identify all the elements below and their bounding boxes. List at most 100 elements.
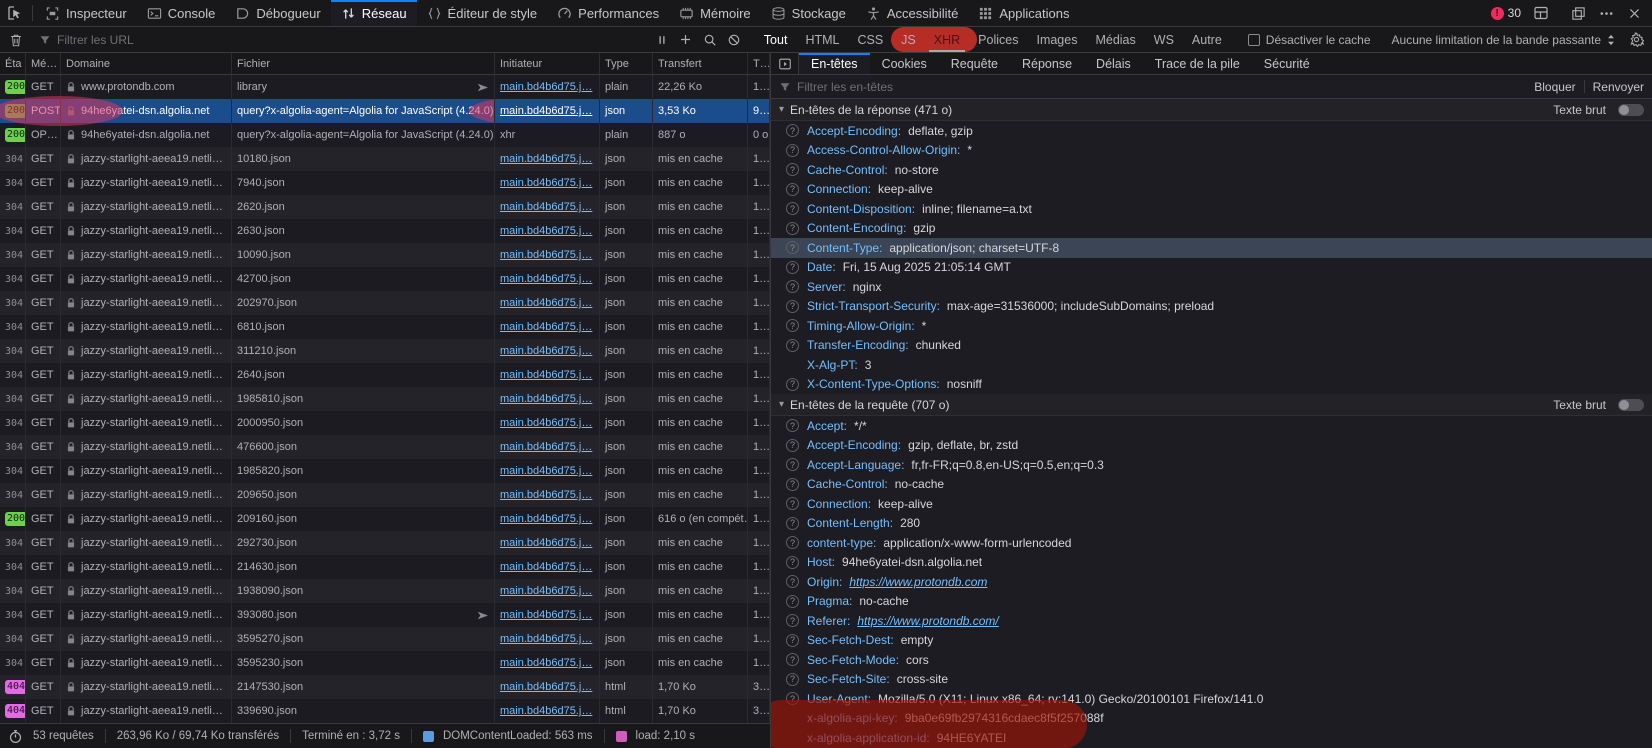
request-row[interactable]: 200OP…94he6yatei-dsn.algolia.netquery?x-… (0, 123, 770, 147)
help-icon[interactable]: ? (786, 261, 799, 274)
header-row[interactable]: ?Referer:https://www.protondb.com/ (771, 611, 1652, 631)
request-row[interactable]: 304GETjazzy-starlight-aeea19.netli…19858… (0, 387, 770, 411)
help-icon[interactable]: ? (786, 634, 799, 647)
meatball-menu-icon[interactable] (1594, 1, 1618, 25)
initiator-link[interactable]: main.bd4b6d75.j… (500, 153, 592, 165)
request-row[interactable]: 304GETjazzy-starlight-aeea19.netli…10090… (0, 243, 770, 267)
request-row[interactable]: 304GETjazzy-starlight-aeea19.netli…6810.… (0, 315, 770, 339)
initiator-link[interactable]: main.bd4b6d75.j… (500, 345, 592, 357)
initiator-link[interactable]: main.bd4b6d75.j… (500, 465, 592, 477)
header-row[interactable]: ?Content-Encoding:gzip (771, 219, 1652, 239)
help-icon[interactable]: ? (786, 653, 799, 666)
header-row[interactable]: ?User-Agent:Mozilla/5.0 (X11; Linux x86_… (771, 689, 1652, 709)
help-icon[interactable]: ? (786, 202, 799, 215)
help-icon[interactable]: ? (786, 536, 799, 549)
tab-d-bogueur[interactable]: Débogueur (225, 0, 330, 26)
header-value-link[interactable]: https://www.protondb.com (849, 575, 987, 589)
initiator-link[interactable]: main.bd4b6d75.j… (500, 633, 592, 645)
help-icon[interactable]: ? (786, 183, 799, 196)
settings-gear-icon[interactable] (1624, 28, 1648, 52)
header-row[interactable]: ?Transfer-Encoding:chunked (771, 336, 1652, 356)
tab-applications[interactable]: Applications (968, 0, 1079, 26)
initiator-link[interactable]: main.bd4b6d75.j… (500, 81, 592, 93)
header-row[interactable]: ?Sec-Fetch-Site:cross-site (771, 670, 1652, 690)
help-icon[interactable]: ? (786, 144, 799, 157)
header-row[interactable]: ?Pragma:no-cache (771, 592, 1652, 612)
initiator-link[interactable]: main.bd4b6d75.j… (500, 393, 592, 405)
column-header[interactable]: T… (748, 53, 770, 74)
clear-requests-icon[interactable] (4, 28, 28, 52)
help-icon[interactable]: ? (786, 241, 799, 254)
request-row[interactable]: 304GETjazzy-starlight-aeea19.netli…35952… (0, 651, 770, 675)
request-row[interactable]: 304GETjazzy-starlight-aeea19.netli…39308… (0, 603, 770, 627)
help-icon[interactable]: ? (786, 124, 799, 137)
request-row[interactable]: 304GETjazzy-starlight-aeea19.netli…20297… (0, 291, 770, 315)
error-count-badge[interactable]: ! 30 (1487, 6, 1525, 20)
section-header[interactable]: ▾En-têtes de la réponse (471 o)Texte bru… (771, 99, 1652, 121)
help-icon[interactable]: ? (786, 222, 799, 235)
close-icon[interactable] (1622, 1, 1646, 25)
request-row[interactable]: 304GETjazzy-starlight-aeea19.netli…2630.… (0, 219, 770, 243)
request-row[interactable]: 304GETjazzy-starlight-aeea19.netli…19380… (0, 579, 770, 603)
initiator-link[interactable]: main.bd4b6d75.j… (500, 417, 592, 429)
filter-css[interactable]: CSS (848, 31, 892, 49)
help-icon[interactable]: ? (786, 339, 799, 352)
header-row[interactable]: X-Alg-PT:3 (771, 355, 1652, 375)
header-row[interactable]: ?Host:94he6yatei-dsn.algolia.net (771, 553, 1652, 573)
block-button[interactable]: Bloquer (1534, 80, 1575, 94)
filter-tout[interactable]: Tout (755, 31, 797, 49)
header-row[interactable]: ?X-Content-Type-Options:nosniff (771, 375, 1652, 395)
initiator-link[interactable]: main.bd4b6d75.j… (500, 201, 592, 213)
header-row[interactable]: ?Timing-Allow-Origin:* (771, 316, 1652, 336)
dock-window-icon[interactable] (1566, 1, 1590, 25)
tab-stockage[interactable]: Stockage (761, 0, 856, 26)
details-tab-en-t-tes[interactable]: En-têtes (799, 53, 870, 74)
search-icon[interactable] (698, 28, 722, 52)
request-row[interactable]: 304GETjazzy-starlight-aeea19.netli…10180… (0, 147, 770, 171)
column-header[interactable]: Mé… (26, 53, 61, 74)
header-row[interactable]: ?Content-Type:application/json; charset=… (771, 238, 1652, 258)
block-icon[interactable] (722, 28, 746, 52)
initiator-link[interactable]: main.bd4b6d75.j… (500, 441, 592, 453)
column-header[interactable]: Fichier (232, 53, 495, 74)
tab-inspecteur[interactable]: Inspecteur (35, 0, 137, 26)
header-row[interactable]: ?Cache-Control:no-cache (771, 475, 1652, 495)
header-row[interactable]: ?Sec-Fetch-Dest:empty (771, 631, 1652, 651)
request-row[interactable]: 200POST94he6yatei-dsn.algolia.netquery?x… (0, 99, 770, 123)
help-icon[interactable]: ? (786, 692, 799, 705)
help-icon[interactable]: ? (786, 575, 799, 588)
pick-element-button[interactable] (0, 0, 30, 26)
tab--diteur-de-style[interactable]: Éditeur de style (417, 0, 548, 26)
disable-cache-checkbox[interactable]: Désactiver le cache (1240, 33, 1379, 47)
initiator-link[interactable]: main.bd4b6d75.j… (500, 681, 592, 693)
column-header[interactable]: Type (600, 53, 653, 74)
header-row[interactable]: ?Content-Disposition:inline; filename=a.… (771, 199, 1652, 219)
column-header[interactable]: Transfert (653, 53, 748, 74)
help-icon[interactable]: ? (786, 595, 799, 608)
header-row[interactable]: ?Accept-Encoding:gzip, deflate, br, zstd (771, 436, 1652, 456)
sidebar-toggle-icon[interactable] (771, 53, 799, 74)
initiator-link[interactable]: main.bd4b6d75.j… (500, 297, 592, 309)
header-row[interactable]: ?Accept-Language:fr,fr-FR;q=0.8,en-US;q=… (771, 455, 1652, 475)
pause-icon[interactable] (650, 28, 674, 52)
request-row[interactable]: 304GETjazzy-starlight-aeea19.netli…42700… (0, 267, 770, 291)
column-header[interactable]: Initiateur (495, 53, 600, 74)
initiator-link[interactable]: main.bd4b6d75.j… (500, 273, 592, 285)
initiator-link[interactable]: main.bd4b6d75.j… (500, 513, 592, 525)
initiator-link[interactable]: main.bd4b6d75.j… (500, 105, 592, 117)
responsive-design-icon[interactable] (1529, 1, 1553, 25)
header-row[interactable]: ?Cache-Control:no-store (771, 160, 1652, 180)
initiator-link[interactable]: main.bd4b6d75.j… (500, 321, 592, 333)
header-row[interactable]: ?content-type:application/x-www-form-url… (771, 533, 1652, 553)
header-row[interactable]: ?Content-Length:280 (771, 514, 1652, 534)
request-row[interactable]: 304GETjazzy-starlight-aeea19.netli…21463… (0, 555, 770, 579)
stopwatch-icon[interactable] (6, 724, 24, 748)
request-row[interactable]: 404GETjazzy-starlight-aeea19.netli…33969… (0, 699, 770, 723)
raw-text-toggle[interactable] (1618, 104, 1644, 116)
filter-polices[interactable]: Polices (969, 31, 1027, 49)
request-row[interactable]: 304GETjazzy-starlight-aeea19.netli…20009… (0, 411, 770, 435)
request-row[interactable]: 304GETjazzy-starlight-aeea19.netli…2640.… (0, 363, 770, 387)
initiator-link[interactable]: main.bd4b6d75.j… (500, 561, 592, 573)
help-icon[interactable]: ? (786, 478, 799, 491)
help-icon[interactable]: ? (786, 614, 799, 627)
